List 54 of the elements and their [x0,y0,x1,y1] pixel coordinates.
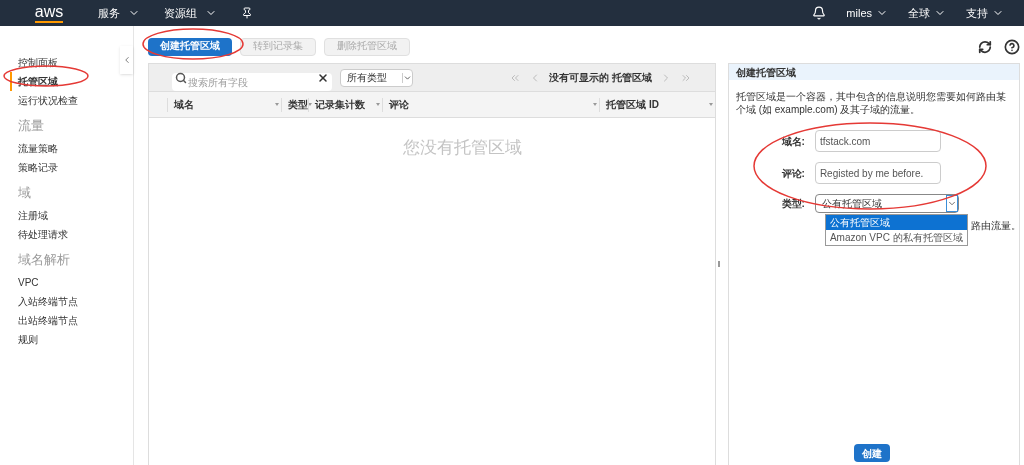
sidebar-item[interactable]: 运行状况检查 [18,91,120,110]
sidebar-heading: 域名解析 [18,251,71,269]
search-field[interactable]: 搜索所有字段 [172,73,332,91]
nav-menu[interactable]: 资源组 [164,4,217,22]
help-icon[interactable] [1004,38,1020,55]
type-filter-dropdown[interactable]: 所有类型 [340,68,413,87]
splitter-handle[interactable] [718,261,720,267]
sort-icon[interactable] [593,103,598,106]
nav-menu[interactable]: 支持 [966,4,1004,22]
sidebar-item[interactable]: 入站终端节点 [18,292,120,311]
column-header[interactable]: 域名 [174,97,275,112]
sort-icon[interactable] [375,103,380,106]
nav-menu[interactable]: miles [846,4,888,22]
sidebar-item[interactable]: 注册域 [18,206,120,225]
sidebar-heading: 流量 [18,117,45,135]
sidebar-item[interactable]: 规则 [18,330,120,349]
sidebar-item[interactable]: 策略记录 [18,158,120,177]
pager-text: 没有可显示的 托管区域 [549,71,652,85]
field-label: 域名: [780,134,806,149]
sidebar-item[interactable]: 出站终端节点 [18,311,120,330]
search-icon [175,71,187,84]
nav-menu[interactable]: 服务 [98,4,140,22]
toolbar-button[interactable]: 创建托管区域 [148,37,232,56]
pin-icon[interactable] [241,7,253,19]
empty-message: 您没有托管区域 [402,137,522,159]
sidebar-item[interactable]: 待处理请求 [18,225,120,244]
text-field[interactable]: tfstack.com [814,130,941,152]
sidebar-item[interactable]: 流量策略 [18,139,120,158]
collapse-tab[interactable] [120,46,133,74]
column-header[interactable]: 托管区域 ID [606,97,709,112]
sort-icon[interactable] [307,103,312,106]
sidebar-item[interactable]: VPC [18,273,120,292]
field-label: 类型: [780,197,806,211]
field-label: 评论: [780,166,806,181]
caret-icon [945,195,958,212]
aws-logo[interactable]: aws [34,3,64,23]
sort-icon[interactable] [709,103,713,106]
dropdown-option[interactable]: 公有托管区域 [825,215,967,230]
nav-menu[interactable]: 全球 [908,4,946,22]
create-button[interactable]: 创建 [853,444,890,462]
sort-icon[interactable] [274,103,279,106]
column-header[interactable]: 记录集计数 [314,97,376,112]
text-field[interactable]: Registed by me before. [814,162,941,184]
column-header[interactable]: 评论 [388,97,594,112]
sidebar-heading: 域 [18,184,32,202]
column-header[interactable]: 类型 [287,97,308,112]
notification-icon[interactable] [812,6,827,20]
panel-title: 创建托管区域 [728,64,1019,80]
description-fragment: 路由流量。 [970,219,1021,233]
dropdown-option[interactable]: Amazon VPC 的私有托管区域 [825,230,967,245]
refresh-icon[interactable] [978,39,992,54]
panel-description: 托管区域是一个容器，其中包含的信息说明您需要如何路由某个域 (如 example.com) 及其子域的流量。 [734,90,1007,116]
clear-icon[interactable] [317,71,329,84]
caret-icon [402,72,412,83]
